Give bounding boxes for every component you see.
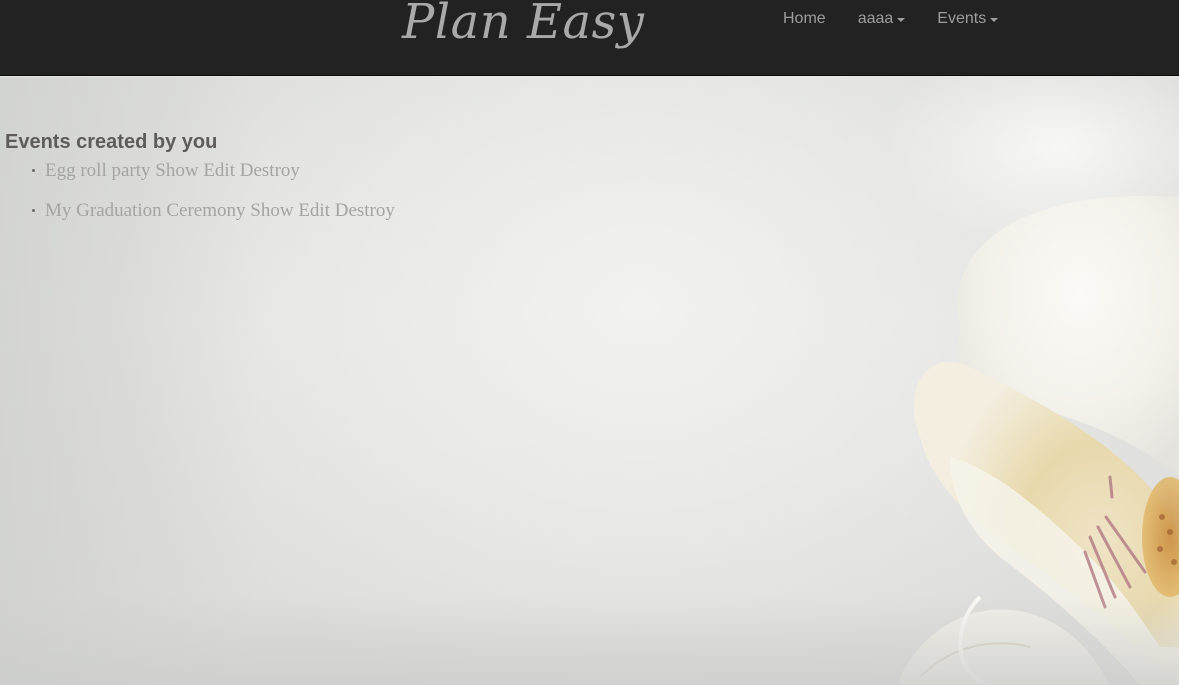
nav-user-label: aaaa: [857, 10, 894, 27]
destroy-link[interactable]: Destroy: [240, 160, 300, 181]
nav-events-dropdown[interactable]: Events: [921, 9, 1014, 29]
event-name-link[interactable]: My Graduation Ceremony: [45, 200, 246, 221]
bullet-icon: [32, 169, 35, 172]
brand-logo[interactable]: Plan Easy: [402, 0, 644, 50]
list-item: My Graduation Ceremony Show Edit Destroy: [5, 200, 395, 240]
nav-home-label: Home: [783, 10, 826, 27]
caret-down-icon: [897, 18, 906, 22]
navbar: Plan Easy Home aaaa Events: [0, 0, 1179, 76]
nav-user-dropdown[interactable]: aaaa: [842, 9, 922, 29]
nav-home-link[interactable]: Home: [767, 9, 842, 29]
destroy-link[interactable]: Destroy: [335, 200, 395, 221]
show-link[interactable]: Show: [155, 160, 198, 181]
bullet-icon: [32, 209, 35, 212]
edit-link[interactable]: Edit: [203, 160, 235, 181]
page-title: Events created by you: [5, 131, 218, 153]
show-link[interactable]: Show: [250, 200, 293, 221]
main-content: Events created by you Egg roll party Sho…: [5, 131, 395, 240]
edit-link[interactable]: Edit: [298, 200, 330, 221]
event-name-link[interactable]: Egg roll party: [45, 160, 151, 181]
event-list: Egg roll party Show Edit Destroy My Grad…: [5, 160, 395, 240]
nav-events-label: Events: [937, 10, 987, 27]
nav-menu: Home aaaa Events: [767, 9, 1014, 29]
caret-down-icon: [990, 18, 999, 22]
list-item: Egg roll party Show Edit Destroy: [5, 160, 395, 200]
